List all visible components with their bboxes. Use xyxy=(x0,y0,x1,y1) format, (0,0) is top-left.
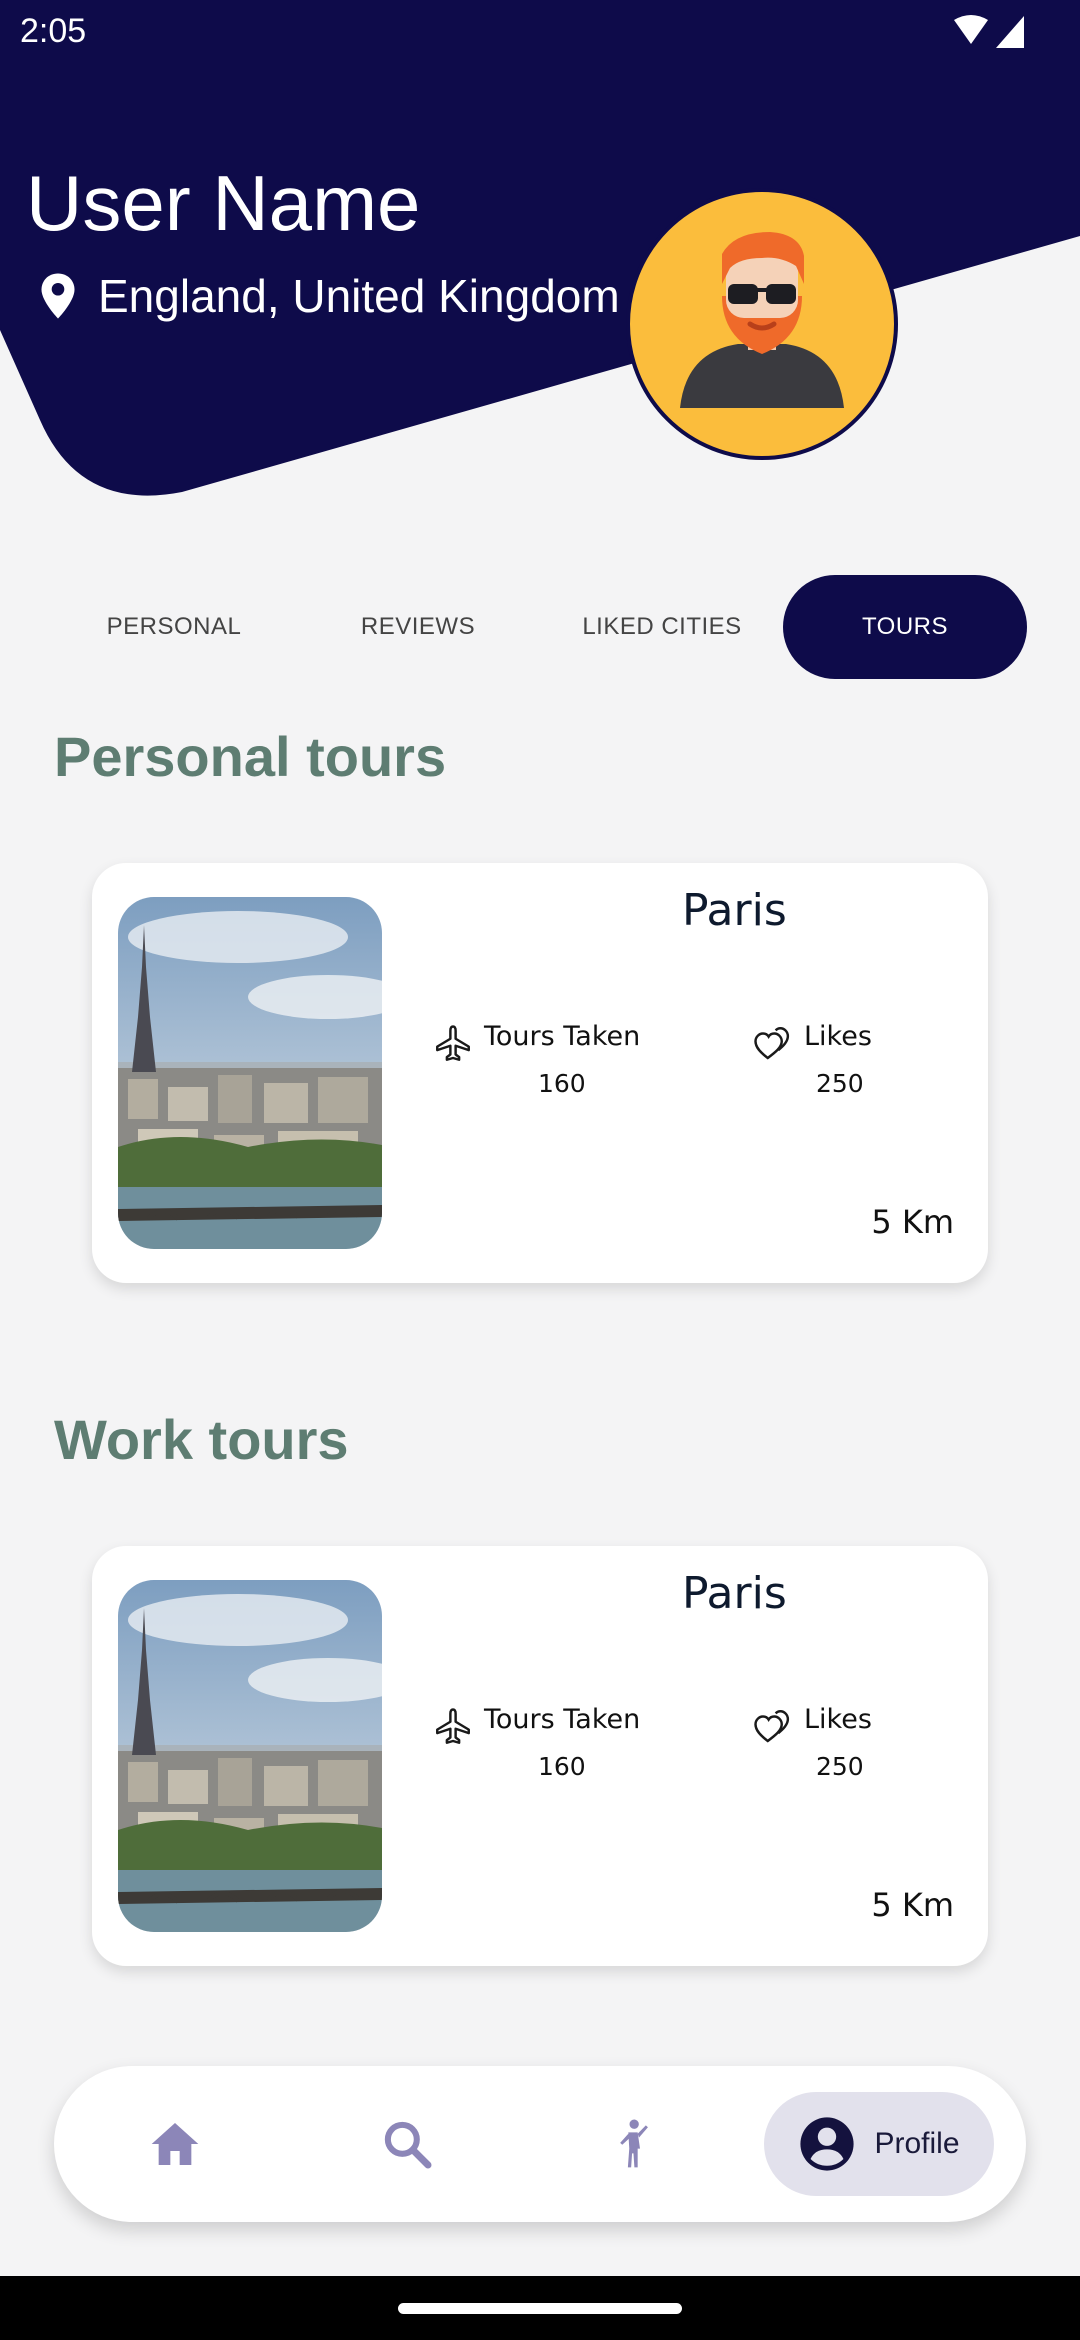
status-bar: 2:05 xyxy=(0,0,1080,64)
card-distance: 5 Km xyxy=(871,1886,954,1924)
stat-likes: Likes 250 xyxy=(752,1019,952,1139)
tab-tours[interactable]: TOURS xyxy=(783,575,1027,679)
signal-icons xyxy=(954,15,1024,48)
nav-profile-label: Profile xyxy=(874,2127,960,2160)
tab-liked-cities[interactable]: LIKED CITIES xyxy=(528,575,796,679)
avatar[interactable] xyxy=(626,188,898,460)
section-title-work-tours: Work tours xyxy=(54,1408,349,1471)
card-city-name: Paris xyxy=(682,1568,787,1619)
city-photo xyxy=(118,897,382,1249)
location-pin-icon xyxy=(41,273,75,319)
home-icon xyxy=(151,2123,199,2165)
hearts-icon xyxy=(754,1027,790,1060)
home-indicator[interactable] xyxy=(398,2303,682,2314)
tours-taken-label: Tours Taken xyxy=(484,1704,641,1735)
profile-tabs: PERSONAL REVIEWS LIKED CITIES TOURS xyxy=(40,575,1040,679)
hearts-icon xyxy=(754,1710,790,1743)
card-distance: 5 Km xyxy=(871,1203,954,1241)
nav-tours[interactable] xyxy=(578,2066,688,2222)
walking-person-icon xyxy=(620,2119,648,2168)
tours-taken-value: 160 xyxy=(538,1069,586,1098)
nav-search[interactable] xyxy=(352,2066,462,2222)
nav-home[interactable] xyxy=(120,2066,230,2222)
bottom-navigation: Profile xyxy=(54,2066,1026,2222)
nav-profile[interactable]: Profile xyxy=(764,2092,994,2196)
account-circle-icon xyxy=(800,2117,855,2171)
likes-value: 250 xyxy=(816,1752,864,1781)
stat-likes: Likes 250 xyxy=(752,1702,952,1822)
tab-personal[interactable]: PERSONAL xyxy=(40,575,308,679)
city-photo xyxy=(118,1580,382,1932)
stat-tours-taken: Tours Taken 160 xyxy=(432,1019,652,1139)
user-name: User Name xyxy=(26,159,421,247)
user-location: England, United Kingdom xyxy=(40,268,620,324)
likes-value: 250 xyxy=(816,1069,864,1098)
likes-label: Likes xyxy=(804,1021,872,1052)
avatar-illustration xyxy=(680,232,844,408)
likes-label: Likes xyxy=(804,1704,872,1735)
tour-card[interactable]: Paris Tours Taken 160 Likes 250 5 Km xyxy=(92,863,988,1283)
header-background xyxy=(0,0,1080,496)
tab-reviews[interactable]: REVIEWS xyxy=(284,575,552,679)
tours-taken-label: Tours Taken xyxy=(484,1021,641,1052)
location-text: England, United Kingdom xyxy=(98,270,620,322)
search-icon xyxy=(384,2121,432,2169)
airplane-icon xyxy=(436,1708,470,1744)
stat-tours-taken: Tours Taken 160 xyxy=(432,1702,652,1822)
tours-taken-value: 160 xyxy=(538,1752,586,1781)
airplane-icon xyxy=(436,1025,470,1061)
section-title-personal-tours: Personal tours xyxy=(54,725,447,788)
status-time: 2:05 xyxy=(20,12,87,50)
card-city-name: Paris xyxy=(682,885,787,936)
tour-card[interactable]: Paris Tours Taken 160 Likes 250 5 Km xyxy=(92,1546,988,1966)
